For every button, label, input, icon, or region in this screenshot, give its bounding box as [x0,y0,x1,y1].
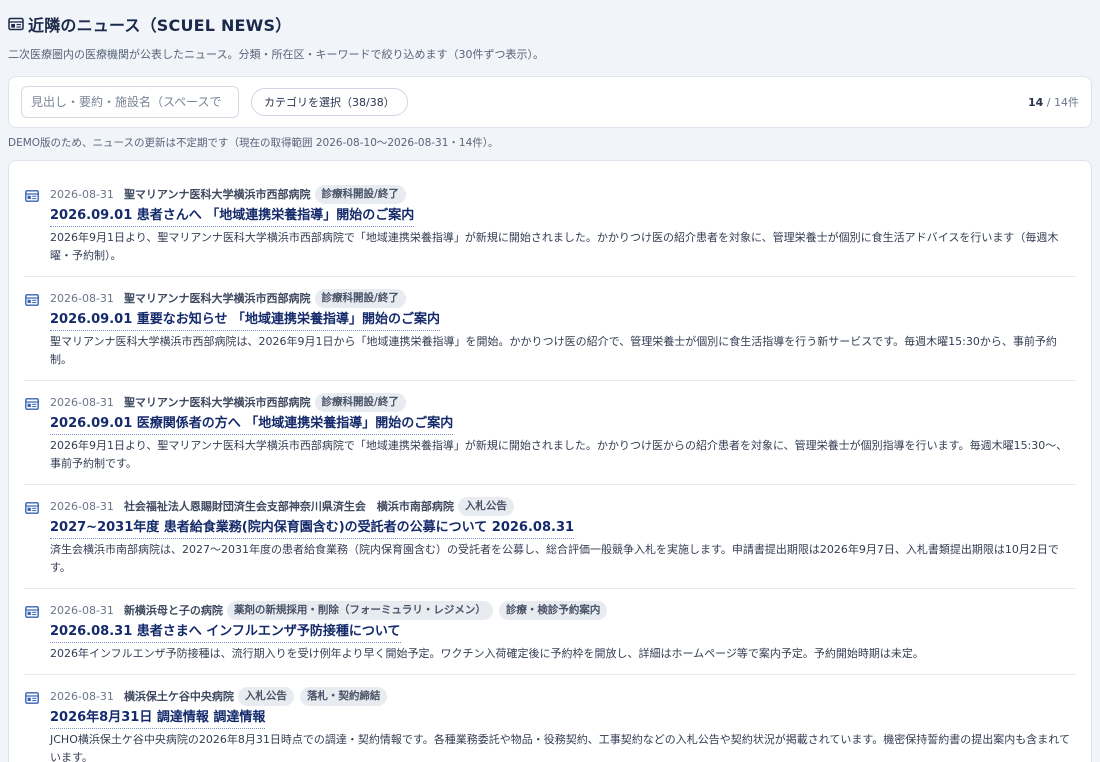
news-title-link[interactable]: 2026.09.01 重要なお知らせ 「地域連携栄養指導」開始のご案内 [50,311,441,331]
news-summary: JCHO横浜保土ケ谷中央病院の2026年8月31日時点での調達・契約情報です。各… [50,733,1070,762]
news-date: 2026-08-31 [50,395,114,409]
news-summary: 聖マリアンナ医科大学横浜市西部病院は、2026年9月1日から「地域連携栄養指導」… [50,335,1057,366]
news-item-icon [25,606,39,618]
news-date: 2026-08-31 [50,187,114,201]
result-count: 14 / 14件 [1028,94,1079,110]
news-item-icon [25,190,39,202]
category-tag: 落札・契約締結 [299,686,388,706]
news-item-icon [25,398,39,410]
category-tag: 診療科開設/終了 [314,288,406,308]
news-title-link[interactable]: 2026.09.01 医療関係者の方へ 「地域連携栄養指導」開始のご案内 [50,415,454,435]
news-facility: 聖マリアンナ医科大学横浜市西部病院 [123,188,311,201]
news-meta: 2026-08-31 社会福祉法人恩賜財団済生会支部神奈川県済生会 横浜市南部病院… [50,496,1076,516]
news-item: 2026-08-31 聖マリアンナ医科大学横浜市西部病院 診療科開設/終了 2026.… [24,173,1076,277]
news-item: 2026-08-31 新横浜母と子の病院 薬剤の新規採用・削除（フォーミュラリ・レジ… [24,589,1076,675]
news-item: 2026-08-31 聖マリアンナ医科大学横浜市西部病院 診療科開設/終了 2026.… [24,381,1076,485]
news-summary: 済生会横浜市南部病院は、2027〜2031年度の患者給食業務（院内保育園含む）の… [50,543,1059,574]
news-item-icon [25,502,39,514]
news-meta: 2026-08-31 聖マリアンナ医科大学横浜市西部病院 診療科開設/終了 [50,288,1076,308]
page-header: 近隣のニュース（SCUEL NEWS） 二次医療圏内の医療機関が公表したニュース… [8,12,1092,62]
news-list: 2026-08-31 聖マリアンナ医科大学横浜市西部病院 診療科開設/終了 2026.… [8,160,1092,762]
category-tag: 診療科開設/終了 [314,184,406,204]
news-summary: 2026年9月1日より、聖マリアンナ医科大学横浜市西部病院で「地域連携栄養指導」… [50,231,1059,262]
newspaper-icon [8,17,24,31]
news-date: 2026-08-31 [50,603,114,617]
category-tag: 入札公告 [457,496,514,516]
category-tag: 診療科開設/終了 [314,392,406,412]
result-count-total: / 14件 [1046,96,1079,109]
news-title-link[interactable]: 2026年8月31日 調達情報 調達情報 [50,709,266,729]
page-description: 二次医療圏内の医療機関が公表したニュース。分類・所在区・キーワードで絞り込めます… [8,48,544,61]
demo-note: DEMO版のため、ニュースの更新は不定期です（現在の取得範囲 2026-08-1… [8,137,499,149]
news-meta: 2026-08-31 新横浜母と子の病院 薬剤の新規採用・削除（フォーミュラリ・レジ… [50,600,1076,620]
news-facility: 聖マリアンナ医科大学横浜市西部病院 [123,292,311,305]
news-facility: 聖マリアンナ医科大学横浜市西部病院 [123,396,311,409]
news-facility: 新横浜母と子の病院 [123,604,223,617]
news-meta: 2026-08-31 聖マリアンナ医科大学横浜市西部病院 診療科開設/終了 [50,392,1076,412]
news-date: 2026-08-31 [50,689,114,703]
news-title-link[interactable]: 2027~2031年度 患者給食業務(院内保育園含む)の受託者の公募について 2… [50,519,575,539]
search-input[interactable] [21,86,239,118]
category-tag: 診療・検診予約案内 [498,600,608,620]
result-count-current: 14 [1027,96,1044,109]
news-item: 2026-08-31 聖マリアンナ医科大学横浜市西部病院 診療科開設/終了 2026.… [24,277,1076,381]
news-date: 2026-08-31 [50,291,114,305]
news-facility: 横浜保土ケ谷中央病院 [123,690,234,703]
category-tag: 入札公告 [237,686,294,706]
news-meta: 2026-08-31 横浜保土ケ谷中央病院 入札公告 落札・契約締結 [50,686,1076,706]
news-facility: 社会福祉法人恩賜財団済生会支部神奈川県済生会 横浜市南部病院 [123,500,454,513]
news-summary: 2026年インフルエンザ予防接種は、流行期入りを受け例年より早く開始予定。ワクチ… [50,647,924,660]
news-item-icon [25,692,39,704]
news-item-icon [25,294,39,306]
news-item: 2026-08-31 社会福祉法人恩賜財団済生会支部神奈川県済生会 横浜市南部病院… [24,485,1076,589]
category-select-button[interactable]: カテゴリを選択（38/38） [251,88,408,116]
category-tag: 薬剤の新規採用・削除（フォーミュラリ・レジメン） [226,600,493,620]
title-row: 近隣のニュース（SCUEL NEWS） [8,12,1092,36]
news-date: 2026-08-31 [50,499,114,513]
filter-bar: カテゴリを選択（38/38） 14 / 14件 [8,76,1092,128]
news-title-link[interactable]: 2026.08.31 患者さまへ インフルエンザ予防接種について [50,623,401,643]
page-title: 近隣のニュース（SCUEL NEWS） [28,16,292,35]
news-summary: 2026年9月1日より、聖マリアンナ医科大学横浜市西部病院で「地域連携栄養指導」… [50,439,1068,470]
news-title-link[interactable]: 2026.09.01 患者さんへ 「地域連携栄養指導」開始のご案内 [50,207,415,227]
news-item: 2026-08-31 横浜保土ケ谷中央病院 入札公告 落札・契約締結 2026年8月31… [24,675,1076,762]
news-meta: 2026-08-31 聖マリアンナ医科大学横浜市西部病院 診療科開設/終了 [50,184,1076,204]
